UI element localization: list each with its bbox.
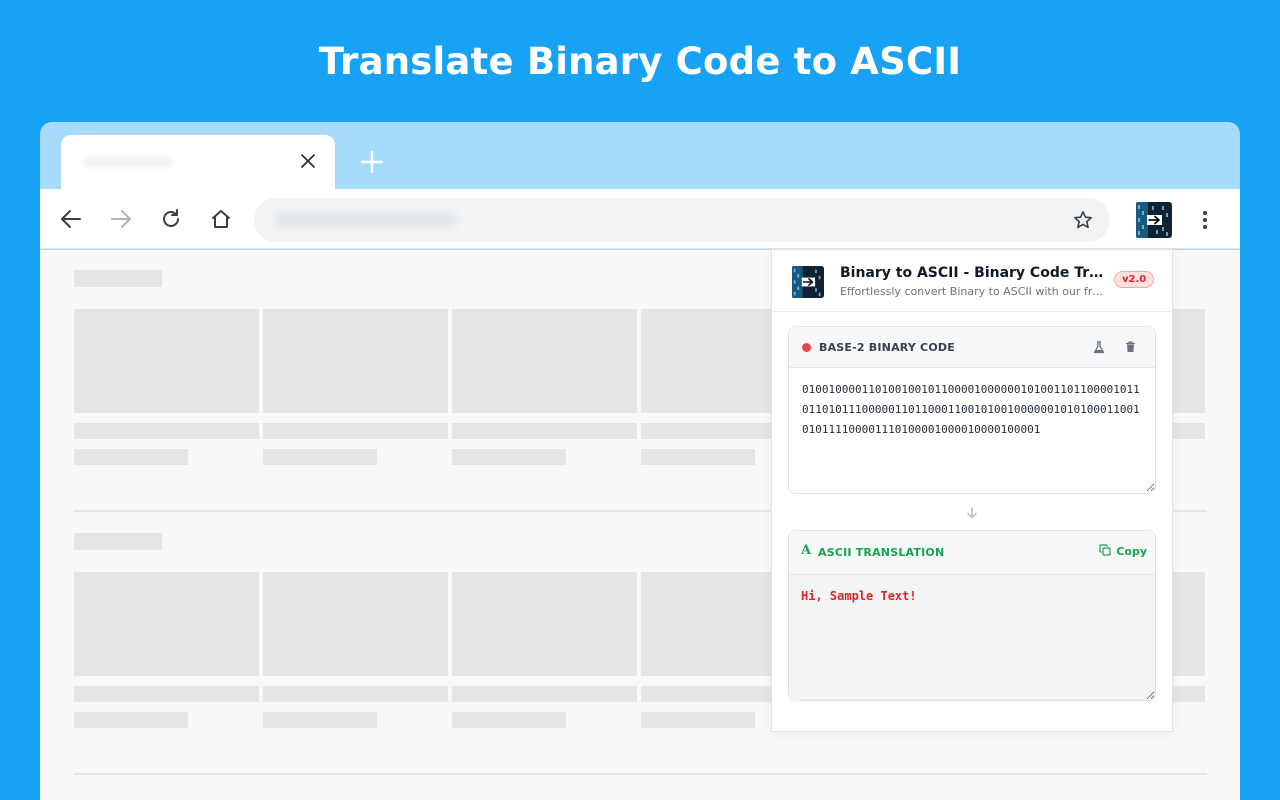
- skeleton-text: [263, 449, 377, 465]
- skeleton-text: [263, 423, 448, 439]
- skeleton-text: [263, 686, 448, 702]
- ascii-output[interactable]: Hi, Sample Text!: [789, 575, 1155, 700]
- skeleton-text: [452, 449, 566, 465]
- skeleton-card: [263, 309, 448, 413]
- skeleton-text: [74, 423, 259, 439]
- popup-title: Binary to ASCII - Binary Code Translator: [840, 265, 1108, 281]
- skeleton-text: [1170, 423, 1205, 439]
- address-bar[interactable]: [254, 198, 1110, 242]
- trash-icon[interactable]: [1122, 339, 1138, 355]
- more-vertical-icon[interactable]: [1192, 207, 1218, 233]
- skeleton-heading: [74, 533, 162, 550]
- text-a-icon: A: [801, 543, 812, 558]
- app-logo: [792, 266, 824, 298]
- extension-popup: Binary to ASCII - Binary Code Translator…: [771, 249, 1173, 732]
- binary-input[interactable]: 0100100001101001001011000010000001010011…: [789, 368, 1155, 492]
- home-icon[interactable]: [208, 206, 234, 232]
- browser-toolbar: [40, 189, 1240, 249]
- ascii-card-header: A ASCII TRANSLATION Copy: [789, 531, 1155, 575]
- skeleton-card: [74, 572, 259, 676]
- tab-title-placeholder: [83, 157, 173, 167]
- skeleton-text: [74, 712, 188, 728]
- skeleton-text: [452, 423, 637, 439]
- close-icon[interactable]: [298, 151, 318, 171]
- skeleton-card: [263, 572, 448, 676]
- extension-icon[interactable]: [1136, 202, 1172, 238]
- status-dot: [802, 343, 811, 352]
- skeleton-text: [452, 686, 637, 702]
- binary-section-label: BASE-2 BINARY CODE: [819, 341, 955, 354]
- flask-icon[interactable]: [1091, 339, 1107, 355]
- reload-icon[interactable]: [158, 206, 184, 232]
- skeleton-heading: [74, 270, 162, 287]
- url-placeholder: [276, 214, 456, 226]
- plus-icon[interactable]: [358, 148, 386, 176]
- skeleton-text: [74, 449, 188, 465]
- star-icon[interactable]: [1072, 209, 1094, 231]
- skeleton-card: [74, 309, 259, 413]
- skeleton-card: [452, 572, 637, 676]
- skeleton-text: [1170, 686, 1205, 702]
- popup-subtitle: Effortlessly convert Binary to ASCII wit…: [840, 285, 1106, 298]
- copy-label: Copy: [1116, 545, 1147, 558]
- ascii-section-label: ASCII TRANSLATION: [818, 546, 945, 559]
- ascii-output-card: A ASCII TRANSLATION Copy Hi, Sample Text…: [788, 530, 1156, 701]
- skeleton-card: [1170, 572, 1205, 676]
- copy-button[interactable]: Copy: [1099, 544, 1147, 559]
- skeleton-text: [263, 712, 377, 728]
- page-headline: Translate Binary Code to ASCII: [318, 40, 962, 83]
- skeleton-divider: [74, 773, 1207, 775]
- browser-tab[interactable]: [61, 135, 335, 191]
- skeleton-text: [641, 712, 755, 728]
- arrow-down-icon: [964, 505, 980, 521]
- skeleton-card: [1170, 309, 1205, 413]
- version-badge: v2.0: [1114, 271, 1155, 288]
- copy-icon: [1099, 544, 1111, 559]
- binary-card-header: BASE-2 BINARY CODE: [789, 327, 1155, 368]
- forward-arrow-icon[interactable]: [108, 206, 134, 232]
- skeleton-card: [452, 309, 637, 413]
- popup-header: Binary to ASCII - Binary Code Translator…: [772, 250, 1172, 312]
- binary-input-card: BASE-2 BINARY CODE 010010000110100100101…: [788, 326, 1156, 494]
- skeleton-text: [641, 449, 755, 465]
- skeleton-text: [74, 686, 259, 702]
- skeleton-text: [452, 712, 566, 728]
- back-arrow-icon[interactable]: [58, 206, 84, 232]
